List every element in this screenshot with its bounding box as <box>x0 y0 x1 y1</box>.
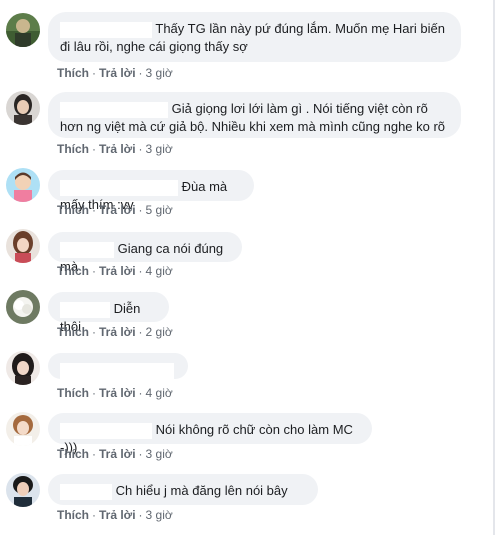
comment-actions: Thích · Trả lời · 3 giờ <box>57 508 173 522</box>
reply-button[interactable]: Trả lời <box>99 66 136 80</box>
comment-actions: Thích · Trả lời · 5 giờ <box>57 203 173 217</box>
reply-button[interactable]: Trả lời <box>99 142 136 156</box>
reply-button[interactable]: Trả lời <box>99 264 136 278</box>
reply-button[interactable]: Trả lời <box>99 386 136 400</box>
comment-actions: Thích · Trả lời · 2 giờ <box>57 325 173 339</box>
comment-actions: Thích · Trả lời · 4 giờ <box>57 264 173 278</box>
comment-bubble: Thấy TG lần này pứ đúng lắm. Muốn mẹ Har… <box>48 12 461 62</box>
comment-bubble: Đùa mà mấy thím :vv <box>48 170 254 212</box>
comment-bubble: Nói không rõ chữ còn cho làm MC -))) <box>48 413 372 455</box>
avatar[interactable] <box>6 229 40 263</box>
reply-button[interactable]: Trả lời <box>99 325 136 339</box>
comment-time[interactable]: 5 giờ <box>146 203 173 217</box>
like-button[interactable]: Thích <box>57 66 89 80</box>
comment-text: Ch hiểu j mà đăng lên nói bây <box>115 483 288 498</box>
comment-text-continued: hơn ng việt mà cứ giả bộ. Nhiều khi xem … <box>60 118 446 134</box>
avatar[interactable] <box>6 168 40 202</box>
comment-actions: Thích · Trả lời · 3 giờ <box>57 447 173 461</box>
avatar[interactable] <box>6 91 40 125</box>
like-button[interactable]: Thích <box>57 386 89 400</box>
comment-bubble: Ch hiểu j mà đăng lên nói bây <box>48 474 318 505</box>
comment-text: Thấy TG lần này pứ đúng lắm. Muốn mẹ Har… <box>155 21 445 36</box>
avatar[interactable] <box>6 351 40 385</box>
comment-bubble <box>48 353 188 379</box>
avatar[interactable] <box>6 290 40 324</box>
comment-bubble: Giả giọng lơi lới làm gì . Nói tiếng việ… <box>48 92 461 138</box>
comment-time[interactable]: 4 giờ <box>146 386 173 400</box>
reply-button[interactable]: Trả lời <box>99 203 136 217</box>
like-button[interactable]: Thích <box>57 508 89 522</box>
reply-button[interactable]: Trả lời <box>99 447 136 461</box>
avatar[interactable] <box>6 13 40 47</box>
like-button[interactable]: Thích <box>57 203 89 217</box>
avatar[interactable] <box>6 412 40 446</box>
reply-button[interactable]: Trả lời <box>99 508 136 522</box>
like-button[interactable]: Thích <box>57 142 89 156</box>
comment-actions: Thích · Trả lời · 3 giờ <box>57 142 173 156</box>
comment-time[interactable]: 4 giờ <box>146 264 173 278</box>
comment-bubble: Giang ca nói đúng mà <box>48 232 242 274</box>
like-button[interactable]: Thích <box>57 447 89 461</box>
like-button[interactable]: Thích <box>57 264 89 278</box>
comment-time[interactable]: 3 giờ <box>146 142 173 156</box>
comment-time[interactable]: 3 giờ <box>146 66 173 80</box>
comment-text: Giả giọng lơi lới làm gì . Nói tiếng việ… <box>171 101 428 116</box>
comment-actions: Thích · Trả lời · 3 giờ <box>57 66 173 80</box>
comment-time[interactable]: 3 giờ <box>146 447 173 461</box>
comment-time[interactable]: 3 giờ <box>146 508 173 522</box>
like-button[interactable]: Thích <box>57 325 89 339</box>
comment-time[interactable]: 2 giờ <box>146 325 173 339</box>
comment-text-continued: đi lâu rồi, nghe cái giọng thấy sợ <box>60 38 248 54</box>
comment-actions: Thích · Trả lời · 4 giờ <box>57 386 173 400</box>
avatar[interactable] <box>6 473 40 507</box>
comment-bubble: Diễn thôi <box>48 292 169 334</box>
